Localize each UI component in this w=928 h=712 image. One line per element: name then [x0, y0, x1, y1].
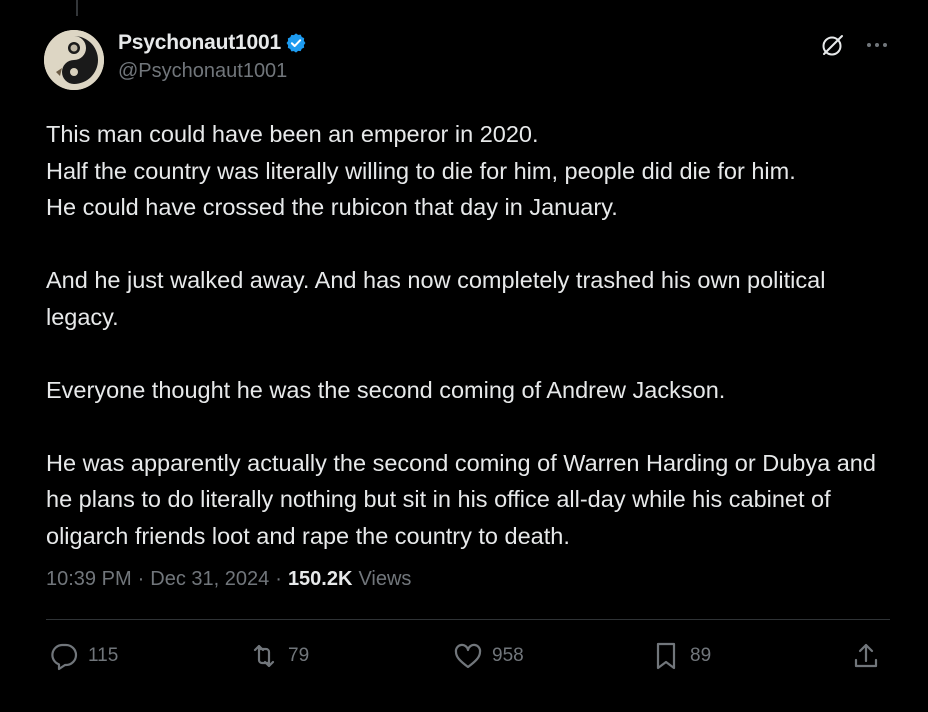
thread-connector-line — [76, 0, 78, 16]
share-button[interactable] — [850, 640, 882, 672]
bookmark-icon — [656, 642, 676, 670]
bookmark-button[interactable]: 89 — [650, 640, 711, 672]
verified-badge-icon[interactable] — [285, 32, 307, 54]
avatar[interactable] — [44, 30, 104, 90]
post-metadata: 10:39 PM · Dec 31, 2024 · 150.2K Views — [46, 568, 411, 591]
engagement-bar: 115 79 958 89 — [48, 640, 888, 680]
post-paragraph-1: This man could have been an emperor in 2… — [46, 121, 796, 220]
grok-icon[interactable] — [820, 32, 846, 58]
post-top-actions — [820, 32, 890, 58]
author-handle[interactable]: @Psychonaut1001 — [118, 60, 307, 83]
post-paragraph-4: He was apparently actually the second co… — [46, 449, 876, 549]
post-text: This man could have been an emperor in 2… — [46, 116, 906, 554]
post-time[interactable]: 10:39 PM — [46, 568, 132, 591]
author-display-name[interactable]: Psychonaut1001 — [118, 31, 281, 55]
post-paragraph-3: Everyone thought he was the second comin… — [46, 376, 726, 403]
post-header: Psychonaut1001 @Psychonaut1001 — [118, 30, 307, 83]
like-count: 958 — [492, 645, 524, 666]
like-button[interactable]: 958 — [452, 640, 524, 672]
post-paragraph-2: And he just walked away. And has now com… — [46, 267, 826, 330]
views-label: Views — [358, 568, 412, 590]
divider — [46, 619, 890, 620]
reply-icon — [51, 643, 78, 671]
share-icon — [854, 643, 878, 668]
avatar-image — [44, 30, 104, 90]
meta-separator-1: · — [137, 568, 145, 590]
more-icon[interactable] — [864, 32, 890, 58]
views-count[interactable]: 150.2K — [288, 568, 353, 591]
meta-separator-2: · — [275, 568, 282, 590]
repost-button[interactable]: 79 — [248, 640, 309, 672]
repost-count: 79 — [288, 645, 310, 666]
like-icon — [454, 643, 482, 669]
reply-button[interactable]: 115 — [48, 640, 118, 672]
reply-count: 115 — [88, 645, 119, 666]
repost-icon — [253, 644, 275, 668]
bookmark-count: 89 — [690, 645, 712, 666]
post-date[interactable]: Dec 31, 2024 — [150, 568, 269, 591]
